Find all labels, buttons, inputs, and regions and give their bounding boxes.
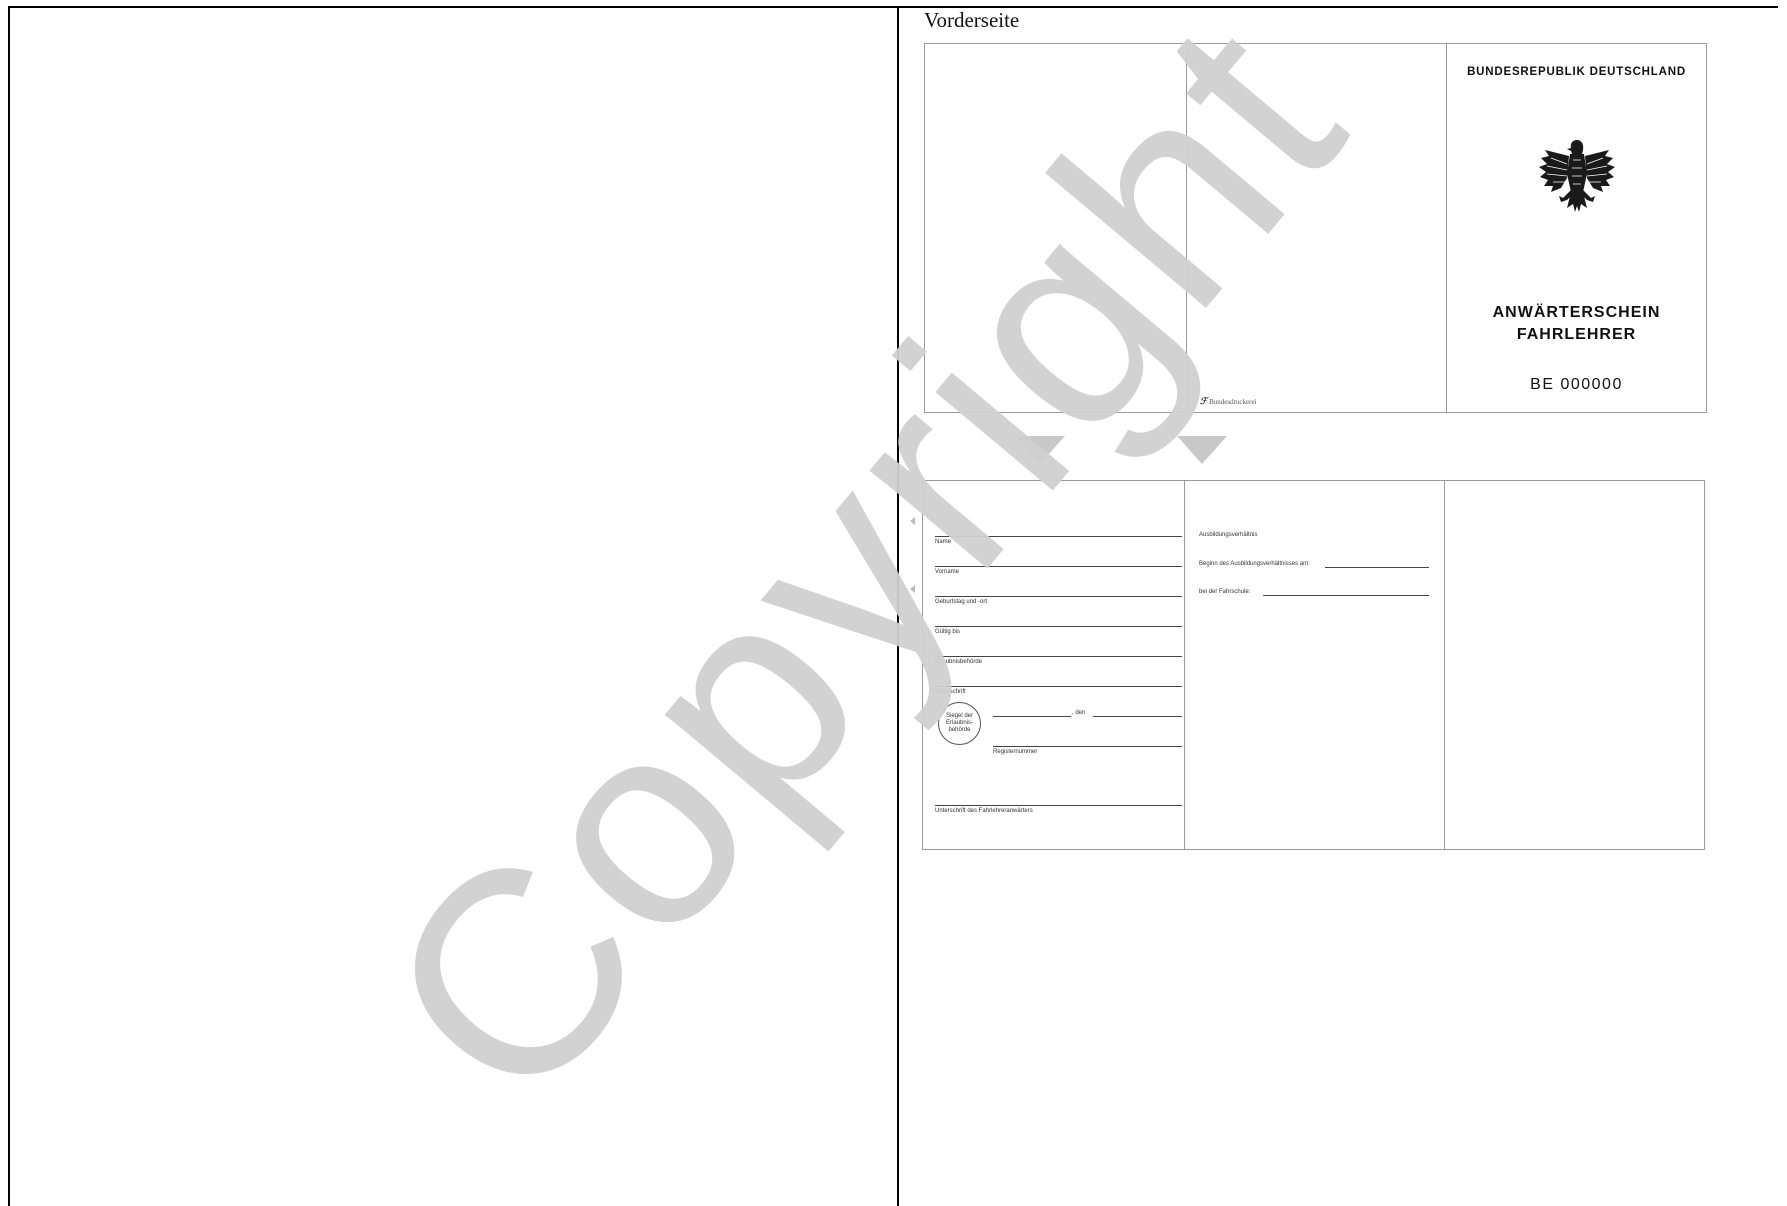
seal-label: Siegel der Erlaubnis-behörde: [945, 713, 974, 733]
field-line: [935, 596, 1182, 597]
field-line: [935, 656, 1182, 657]
back-card-fold-2: [1444, 481, 1445, 849]
field-label-geburtstag: Geburtstag und -ort: [935, 599, 988, 605]
field-label-vorname: Vorname: [935, 569, 960, 575]
field-label-name: Name: [935, 539, 952, 545]
document-title-line2: FAHRLEHRER: [1516, 326, 1637, 343]
training-start-line: [1325, 567, 1429, 568]
fold-arrow-right: [1177, 436, 1227, 464]
field-label-behoerde: Erlaubnisbehörde: [935, 659, 983, 665]
field-label-gueltig: Gültig bis: [935, 629, 961, 635]
document-title-line1: ANWÄRTERSCHEIN: [1492, 304, 1661, 321]
printer-imprint: ℱ Bundesdruckerei: [1200, 396, 1257, 407]
fold-arrow-left: [1015, 436, 1065, 464]
signature-line: [935, 805, 1182, 806]
candidate-signature-label: Unterschrift des Fahrlehreranwärters: [935, 808, 1033, 814]
training-start-label: Beginn des Ausbildungsverhältnisses am:: [1199, 561, 1310, 567]
date-line: [1093, 716, 1182, 717]
date-separator: , den: [1072, 710, 1086, 716]
front-card-fold-1: [1186, 44, 1187, 412]
small-marker-1: [910, 517, 915, 525]
driving-school-label: bei der Fahrschule:: [1199, 589, 1251, 595]
driving-school-line: [1263, 595, 1429, 596]
front-card: BUNDESREPUBLIK DEUTSCHLAND ANWÄRTERSCHEI…: [924, 43, 1707, 413]
front-card-fold-2: [1446, 44, 1447, 412]
serial-number: BE 000000: [1530, 376, 1623, 393]
register-label: Registernummer: [993, 749, 1038, 755]
field-line: [935, 566, 1182, 567]
section-heading: Vorderseite: [924, 8, 1020, 32]
printer-name: Bundesdruckerei: [1209, 398, 1257, 406]
training-title: Ausbildungsverhältnis: [1199, 532, 1258, 538]
small-marker-2: [910, 585, 915, 593]
bundesdruckerei-logo-icon: ℱ: [1200, 396, 1208, 406]
place-line: [993, 716, 1071, 717]
field-line: [935, 626, 1182, 627]
register-line: [993, 746, 1182, 747]
field-line: [935, 686, 1182, 687]
back-card-fold-1: [1184, 481, 1185, 849]
federal-eagle-icon: [1539, 140, 1615, 212]
field-line: [935, 536, 1182, 537]
country-name: BUNDESREPUBLIK DEUTSCHLAND: [1467, 66, 1686, 78]
back-card: Name Vorname Geburtstag und -ort Gültig …: [922, 480, 1705, 850]
column-divider: [897, 6, 899, 1206]
field-label-unterschrift: Unterschrift: [935, 689, 966, 695]
